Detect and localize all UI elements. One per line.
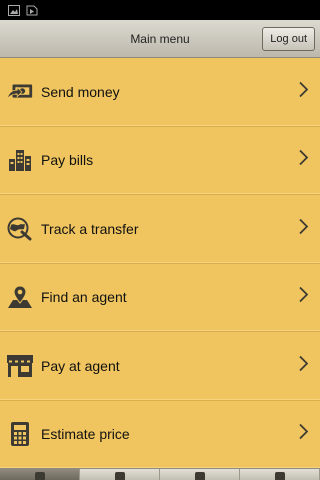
chevron-right-icon — [299, 218, 309, 239]
tab-home[interactable] — [0, 469, 80, 480]
menu-item-pay-bills[interactable]: Pay bills — [0, 127, 320, 195]
calculator-icon — [6, 421, 34, 447]
app-header: Main menu Log out — [0, 20, 320, 58]
money-send-icon — [6, 79, 34, 105]
chevron-right-icon — [299, 287, 309, 308]
menu-item-label: Pay at agent — [41, 357, 120, 374]
chevron-right-icon — [299, 355, 309, 376]
main-menu: Send money Pay bills Track a transfer Fi… — [0, 58, 320, 469]
tab-agents[interactable] — [160, 469, 240, 480]
map-pin-icon — [6, 284, 34, 310]
chevron-right-icon — [299, 424, 309, 445]
media-icon — [26, 4, 38, 16]
tab-transfers[interactable] — [80, 469, 160, 480]
chevron-right-icon — [299, 150, 309, 171]
menu-item-pay-at-agent[interactable]: Pay at agent — [0, 332, 320, 401]
home-icon — [34, 472, 45, 480]
bottom-tab-bar — [0, 468, 320, 480]
menu-item-label: Estimate price — [41, 426, 130, 443]
storefront-icon — [6, 353, 34, 379]
tab-more[interactable] — [240, 469, 320, 480]
logout-button[interactable]: Log out — [262, 27, 315, 51]
menu-item-estimate-price[interactable]: Estimate price — [0, 401, 320, 469]
menu-item-track-transfer[interactable]: Track a transfer — [0, 195, 320, 264]
menu-item-find-agent[interactable]: Find an agent — [0, 264, 320, 332]
globe-search-icon — [6, 216, 34, 242]
menu-item-send-money[interactable]: Send money — [0, 58, 320, 127]
menu-item-label: Send money — [41, 83, 120, 100]
more-icon — [274, 472, 285, 480]
gallery-icon — [8, 4, 20, 16]
transfer-icon — [114, 472, 125, 480]
menu-item-label: Track a transfer — [41, 220, 139, 237]
status-bar — [0, 0, 320, 20]
agent-icon — [194, 472, 205, 480]
menu-item-label: Find an agent — [41, 289, 127, 306]
buildings-icon — [6, 147, 34, 173]
chevron-right-icon — [299, 81, 309, 102]
menu-item-label: Pay bills — [41, 152, 94, 169]
